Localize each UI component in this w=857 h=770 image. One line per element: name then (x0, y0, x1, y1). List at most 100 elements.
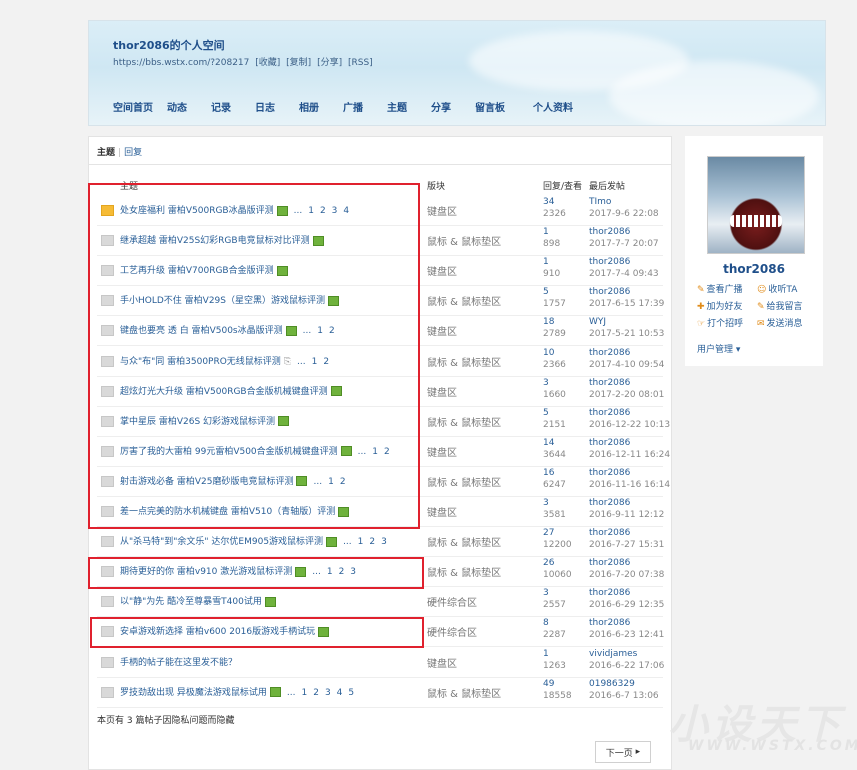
forum-link[interactable]: 鼠标 & 鼠标垫区 (427, 233, 501, 248)
last-poster-link[interactable]: thor2086 (589, 227, 630, 237)
nav-share[interactable]: 分享 (431, 99, 475, 114)
nav-profile[interactable]: 个人资料 (533, 99, 593, 114)
forum-link[interactable]: 鼠标 & 鼠标垫区 (427, 354, 501, 369)
last-poster-link[interactable]: thor2086 (589, 287, 630, 297)
last-poster-link[interactable]: thor2086 (589, 378, 630, 388)
space-url[interactable]: https://bbs.wstx.com/?208217 (113, 58, 249, 68)
share-link[interactable]: [分享] (317, 58, 342, 68)
last-poster-link[interactable]: thor2086 (589, 528, 630, 538)
forum-link[interactable]: 键盘区 (427, 263, 457, 278)
forum-link[interactable]: 鼠标 & 鼠标垫区 (427, 474, 501, 489)
reply-count[interactable]: 34 (543, 197, 554, 207)
reply-count[interactable]: 14 (543, 438, 554, 448)
last-poster-link[interactable]: thor2086 (589, 498, 630, 508)
forum-link[interactable]: 鼠标 & 鼠标垫区 (427, 293, 501, 308)
user-manage-dropdown[interactable]: 用户管理 ▾ (697, 342, 740, 355)
forum-link[interactable]: 键盘区 (427, 444, 457, 459)
nav-broadcast[interactable]: 广播 (343, 99, 387, 114)
thread-row: 罗技劲敌出现 异极魔法游戏鼠标试用... 1 2 3 4 5 鼠标 & 鼠标垫区 49 1855… (97, 677, 663, 708)
next-page-button[interactable]: 下一页 ▸ (595, 741, 651, 763)
forum-link[interactable]: 键盘区 (427, 323, 457, 338)
forum-link[interactable]: 鼠标 & 鼠标垫区 (427, 534, 501, 549)
tab-replies[interactable]: 回复 (124, 148, 142, 158)
send-message-link[interactable]: ✉ 发送消息 (757, 316, 803, 329)
reply-count[interactable]: 16 (543, 468, 554, 478)
forum-link[interactable]: 键盘区 (427, 655, 457, 670)
last-poster-link[interactable]: thor2086 (589, 588, 630, 598)
forum-link[interactable]: 键盘区 (427, 384, 457, 399)
last-poster-link[interactable]: WYJ (589, 317, 606, 327)
nav-threads[interactable]: 主题 (387, 99, 431, 114)
last-poster-link[interactable]: 01986329 (589, 679, 635, 689)
page-link[interactable]: 1 (301, 688, 307, 698)
last-poster-link[interactable]: thor2086 (589, 438, 630, 448)
page-link[interactable]: 2 (369, 537, 375, 547)
reply-count[interactable]: 49 (543, 679, 554, 689)
reply-count[interactable]: 3 (543, 378, 549, 388)
reply-count[interactable]: 1 (543, 257, 549, 267)
forum-link[interactable]: 鼠标 & 鼠标垫区 (427, 685, 501, 700)
forum-link[interactable]: 鼠标 & 鼠标垫区 (427, 564, 501, 579)
last-poster-link[interactable]: thor2086 (589, 257, 630, 267)
profile-username[interactable]: thor2086 (685, 262, 823, 276)
nav-blog[interactable]: 日志 (255, 99, 299, 114)
reply-count[interactable]: 5 (543, 287, 549, 297)
forum-link[interactable]: 键盘区 (427, 504, 457, 519)
forum-link[interactable]: 鼠标 & 鼠标垫区 (427, 414, 501, 429)
follow-link[interactable]: ☺ 收听TA (757, 282, 797, 295)
add-friend-link[interactable]: ✚ 加为好友 (697, 299, 743, 312)
copy-link[interactable]: [复制] (286, 58, 311, 68)
view-broadcast-link[interactable]: ✎ 查看广播 (697, 282, 743, 295)
reply-count[interactable]: 8 (543, 618, 549, 628)
last-poster-link[interactable]: thor2086 (589, 348, 630, 358)
last-poster-link[interactable]: vividjames (589, 649, 637, 659)
reply-count[interactable]: 1 (543, 649, 549, 659)
highlight-box (90, 617, 424, 648)
reply-count[interactable]: 18 (543, 317, 554, 327)
forum-link[interactable]: 硬件综合区 (427, 624, 477, 639)
reply-count[interactable]: 3 (543, 498, 549, 508)
rss-link[interactable]: [RSS] (348, 58, 373, 68)
page-link[interactable]: 4 (337, 688, 343, 698)
last-poster-link[interactable]: thor2086 (589, 558, 630, 568)
reply-count[interactable]: 3 (543, 588, 549, 598)
last-post-date: 2017-6-15 17:39 (589, 299, 665, 310)
nav-records[interactable]: 记录 (211, 99, 255, 114)
leave-message-link[interactable]: ✎ 给我留言 (757, 299, 803, 312)
page-link[interactable]: 1 (358, 537, 364, 547)
nav-album[interactable]: 相册 (299, 99, 343, 114)
view-count: 910 (543, 269, 561, 280)
view-count: 6247 (543, 479, 566, 490)
last-poster-link[interactable]: thor2086 (589, 618, 630, 628)
last-poster-link[interactable]: thor2086 (589, 468, 630, 478)
forum-link[interactable]: 硬件综合区 (427, 594, 477, 609)
view-count: 12200 (543, 540, 572, 551)
poke-icon: ☞ (697, 319, 706, 329)
page-link[interactable]: 2 (313, 688, 319, 698)
tab-threads[interactable]: 主题 (97, 148, 115, 158)
reply-count[interactable]: 5 (543, 408, 549, 418)
thread-title-link[interactable]: 手柄的帖子能在这里发不能？ (120, 658, 237, 668)
last-poster-link[interactable]: TImo (589, 197, 611, 207)
poke-link[interactable]: ☞ 打个招呼 (697, 316, 743, 329)
profile-panel: thor2086 ✎ 查看广播 ☺ 收听TA ✚ 加为好友 ✎ 给我留言 ☞ 打个招呼 ✉… (685, 136, 823, 366)
forum-link[interactable]: 键盘区 (427, 203, 457, 218)
last-poster-link[interactable]: thor2086 (589, 408, 630, 418)
favorite-link[interactable]: [收藏] (255, 58, 280, 68)
thread-title-link[interactable]: 罗技劲敌出现 异极魔法游戏鼠标试用 (120, 688, 267, 698)
page-link[interactable]: 3 (381, 537, 387, 547)
space-title[interactable]: thor2086的个人空间 (113, 37, 225, 53)
reply-count[interactable]: 1 (543, 227, 549, 237)
reply-count[interactable]: 27 (543, 528, 554, 538)
thread-title-link[interactable]: 以"静"为先 酷冷至尊暴雪T400试用 (120, 597, 262, 607)
nav-activity[interactable]: 动态 (167, 99, 211, 114)
page-link[interactable]: 5 (348, 688, 354, 698)
page-link[interactable]: 3 (325, 688, 331, 698)
avatar[interactable] (707, 156, 805, 254)
reply-count[interactable]: 10 (543, 348, 554, 358)
thread-title-link[interactable]: 从"杀马特"到"余文乐" 达尔优EM905游戏鼠标评测 (120, 537, 323, 547)
nav-guestbook[interactable]: 留言板 (475, 99, 533, 114)
nav-home[interactable]: 空间首页 (113, 99, 167, 114)
folder-icon (101, 536, 114, 548)
reply-count[interactable]: 26 (543, 558, 554, 568)
